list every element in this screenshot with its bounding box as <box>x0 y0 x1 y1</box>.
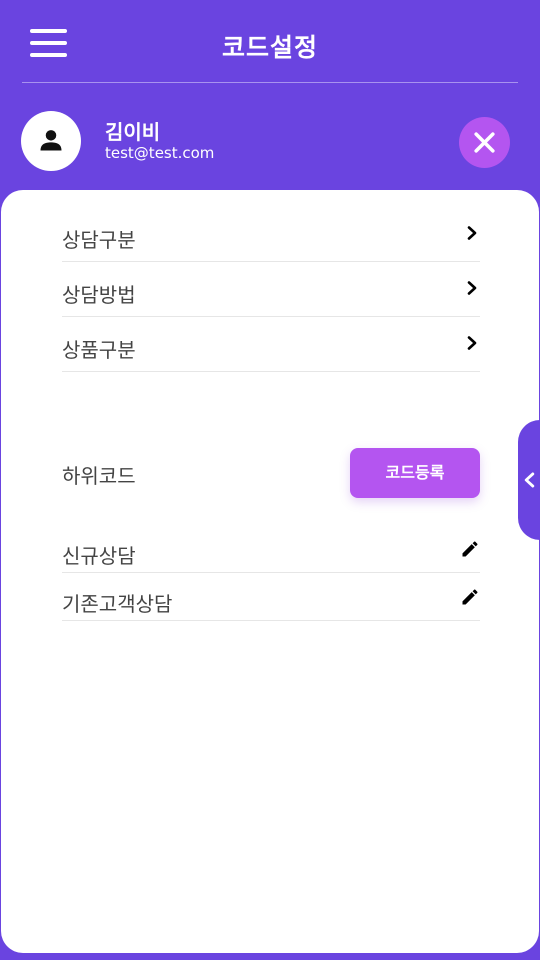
list-item: 기존고객상담 <box>62 572 480 621</box>
menu-item-label: 상담방법 <box>62 283 136 307</box>
menu-item-consult-category[interactable]: 상담구분 <box>62 206 480 262</box>
code-item-label: 신규상담 <box>62 544 136 568</box>
user-email: test@test.com <box>105 144 215 162</box>
page-title: 코드설정 <box>221 33 318 62</box>
header-divider <box>22 82 518 83</box>
close-icon <box>474 132 495 153</box>
menu-item-consult-method[interactable]: 상담방법 <box>62 261 480 317</box>
person-icon <box>40 130 62 151</box>
pencil-icon[interactable] <box>460 587 480 607</box>
subcode-section-label: 하위코드 <box>62 464 136 488</box>
register-code-button[interactable]: 코드등록 <box>350 448 480 498</box>
menu-item-label: 상품구분 <box>62 338 136 362</box>
pencil-icon[interactable] <box>460 539 480 559</box>
app-header: 코드설정 김이비 test@test.com <box>0 0 540 200</box>
menu-item-label: 상담구분 <box>62 228 136 252</box>
chevron-right-icon <box>467 226 477 240</box>
chevron-right-icon <box>467 281 477 295</box>
close-button[interactable] <box>459 117 510 168</box>
chevron-left-icon <box>524 472 535 488</box>
chevron-right-icon <box>467 336 477 350</box>
user-name: 김이비 <box>105 120 161 144</box>
menu-item-product-category[interactable]: 상품구분 <box>62 316 480 372</box>
list-item: 신규상담 <box>62 524 480 573</box>
code-item-label: 기존고객상담 <box>62 592 173 616</box>
side-drawer-tab[interactable] <box>518 420 540 540</box>
avatar <box>21 111 81 171</box>
settings-panel: 상담구분 상담방법 상품구분 하위코드 코드등록 신규상담 기존고객상담 <box>1 190 539 953</box>
